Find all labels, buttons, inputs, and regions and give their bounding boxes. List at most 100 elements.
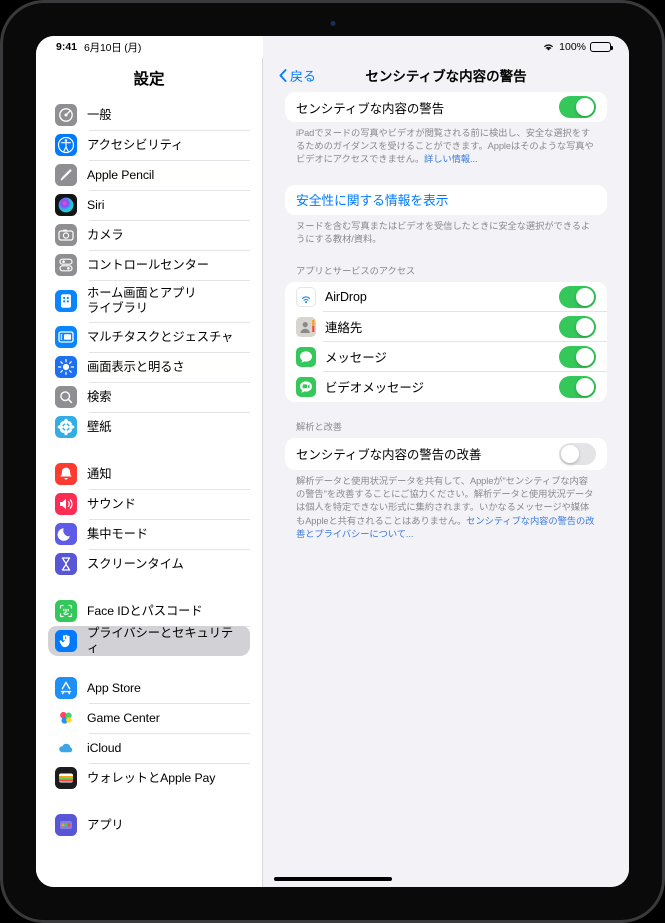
sidebar-item-label: サウンド [87,496,136,511]
sidebar-item-label: コントロールセンター [87,257,209,272]
wallet-icon [55,767,77,789]
sidebar-item-screen-time[interactable]: スクリーンタイム [48,549,250,579]
sidebar-item-sound[interactable]: サウンド [48,489,250,519]
sidebar-item-focus[interactable]: 集中モード [48,519,250,549]
sidebar-item-siri[interactable]: Siri [48,190,250,220]
improve-warning-toggle[interactable] [559,442,596,465]
sidebar-item-wallet[interactable]: ウォレットとApple Pay [48,763,250,793]
messages-row[interactable]: メッセージ [285,342,607,372]
contacts-label: 連絡先 [325,321,363,336]
analytics-footer: 解析データと使用状況データを共有して、Appleが"センシティブな内容の警告"を… [285,470,607,541]
sidebar-item-label: iCloud [87,740,122,755]
accessibility-icon [55,134,77,156]
sidebar-item-camera[interactable]: カメラ [48,220,250,250]
sidebar-item-icloud[interactable]: iCloud [48,733,250,763]
sidebar-item-accessibility[interactable]: アクセシビリティ [48,130,250,160]
sidebar-item-app-store[interactable]: App Store [48,673,250,703]
sidebar-item-notifications[interactable]: 通知 [48,459,250,489]
face-id-icon [55,600,77,622]
battery-icon [590,41,613,53]
sidebar-item-general[interactable]: 一般 [48,100,250,130]
analytics-card: センシティブな内容の警告の改善 [285,437,607,470]
sidebar-item-multitasking[interactable]: マルチタスクとジェスチャ [48,322,250,352]
back-button[interactable]: 戻る [279,66,316,85]
apps-services-card: AirDrop 連絡先 メッセージ ビデオメッセージ [285,281,607,402]
page-title: センシティブな内容の警告 [365,69,527,84]
messages-toggle[interactable] [559,345,596,368]
control-center-icon [55,254,77,276]
sensitive-content-warning-label: センシティブな内容の警告 [296,101,445,116]
sidebar-item-label: 通知 [87,466,112,481]
video-messages-toggle[interactable] [559,375,596,398]
sidebar-item-game-center[interactable]: Game Center [48,703,250,733]
detail-scroll[interactable]: センシティブな内容の警告 iPadでヌードの写真やビデオが閲覧される前に検出し、… [263,92,629,887]
sidebar-item-control-center[interactable]: コントロールセンター [48,250,250,280]
safety-info-footer: ヌードを含む写真またはビデオを受信したときに安全な選択ができるようにする教材/資… [285,215,607,246]
home-screen-icon [55,290,77,312]
detail-navbar: 戻る センシティブな内容の警告 [263,58,629,92]
status-time: 9:41 [56,41,78,53]
sidebar-item-privacy-security[interactable]: プライバシーとセキュリティ [48,626,250,656]
battery-percent: 100% [559,41,586,53]
sidebar-item-label: Apple Pencil [87,167,155,182]
siri-icon [55,194,77,216]
messages-icon [296,346,316,367]
sidebar-item-label: 集中モード [87,526,148,541]
sidebar-item-label: アクセシビリティ [87,137,184,152]
detail-pane: 戻る センシティブな内容の警告 センシティブな内容の警告 iPadでヌードの写真… [263,58,629,887]
sidebar-item-label: Face IDとパスコード [87,603,203,618]
contacts-row[interactable]: 連絡先 [285,312,607,342]
sidebar-group-2: 通知 サウンド 集中モード スクリーンタイム [48,459,250,579]
video-messages-row[interactable]: ビデオメッセージ [285,372,607,402]
sidebar-item-wallpaper[interactable]: 壁紙 [48,412,250,442]
video-messages-icon [296,376,316,397]
multitasking-icon [55,326,77,348]
improve-warning-row[interactable]: センシティブな内容の警告の改善 [285,438,607,470]
sidebar-title: 設定 [133,71,165,88]
show-safety-info-label: 安全性に関する情報を表示 [296,193,449,209]
sidebar-item-label: Game Center [87,710,160,725]
sidebar-item-label: カメラ [87,227,124,242]
airdrop-row[interactable]: AirDrop [285,282,607,312]
display-brightness-icon [55,356,77,378]
sidebar-item-search[interactable]: 検索 [48,382,250,412]
wallpaper-icon [55,416,77,438]
apps-icon [55,814,77,836]
show-safety-info-row[interactable]: 安全性に関する情報を表示 [285,185,607,215]
footer-text: ヌードを含む写真またはビデオを受信したときに安全な選択ができるようにする教材/資… [296,220,591,244]
home-indicator-area [36,871,629,887]
contacts-toggle[interactable] [559,315,596,338]
sidebar-group-4: App Store Game Center iCloud ウォレットとApple… [48,673,250,793]
notifications-icon [55,463,77,485]
airdrop-icon [296,286,316,307]
sidebar-group-3: Face IDとパスコード プライバシーとセキュリティ [48,596,250,656]
sidebar-item-label: マルチタスクとジェスチャ [87,329,234,344]
app-store-icon [55,677,77,699]
screen-time-icon [55,553,77,575]
sidebar-item-label: スクリーンタイム [87,556,184,571]
sidebar-item-label: Siri [87,197,105,212]
sidebar-scroll[interactable]: 一般 アクセシビリティ Apple Pencil Siri カメラ コントロール… [36,100,262,887]
sidebar-item-face-id[interactable]: Face IDとパスコード [48,596,250,626]
sensitive-content-warning-toggle[interactable] [559,96,596,118]
sidebar-item-apple-pencil[interactable]: Apple Pencil [48,160,250,190]
sidebar-item-apps[interactable]: アプリ [48,810,250,840]
sidebar-item-label: ウォレットとApple Pay [87,770,216,785]
settings-sidebar: 設定 一般 アクセシビリティ Apple Pencil Siri カメラ コント… [36,58,263,887]
messages-label: メッセージ [325,351,387,366]
ipad-device-frame: 9:41 6月10日 (月) 100% 設定 一般 アクセシビリティ Apple… [0,0,665,923]
sensitive-content-warning-card: センシティブな内容の警告 [285,92,607,122]
split-view: 設定 一般 アクセシビリティ Apple Pencil Siri カメラ コント… [36,58,629,887]
home-indicator[interactable] [273,877,392,881]
contacts-icon [296,316,316,337]
sidebar-item-home-screen[interactable]: ホーム画面とアプリ ライブラリ [48,280,250,322]
sidebar-item-label: 一般 [87,107,112,122]
icloud-icon [55,737,77,759]
learn-more-link[interactable]: 詳しい情報... [424,154,478,164]
airdrop-toggle[interactable] [559,285,596,308]
sidebar-item-display-brightness[interactable]: 画面表示と明るさ [48,352,250,382]
sidebar-item-label: 画面表示と明るさ [87,359,185,374]
back-button-label: 戻る [290,68,317,84]
sidebar-item-label: ホーム画面とアプリ ライブラリ [87,286,197,315]
sensitive-content-warning-row[interactable]: センシティブな内容の警告 [285,92,607,122]
